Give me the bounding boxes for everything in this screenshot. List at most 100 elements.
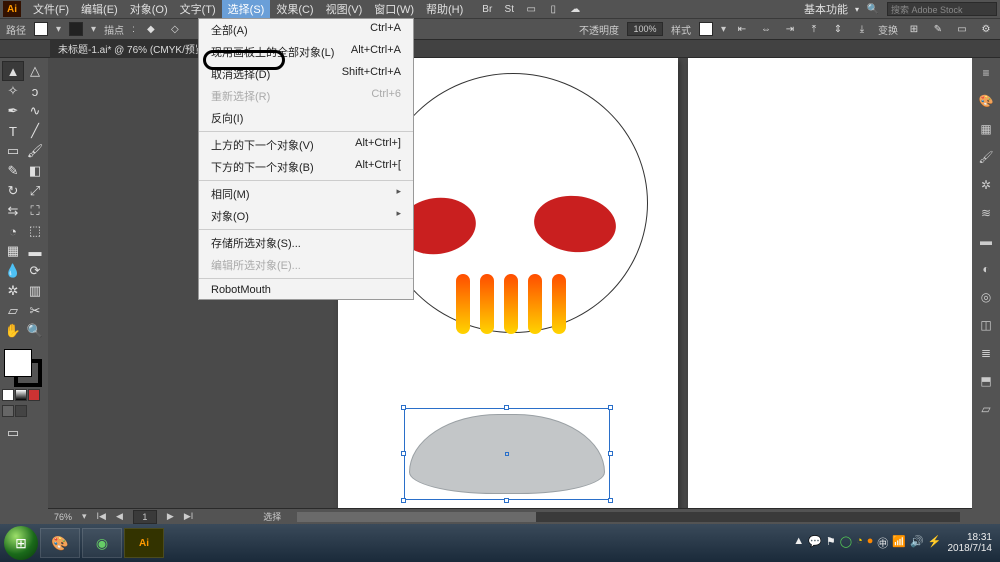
panel-gradient-icon[interactable]: ▬ bbox=[975, 230, 997, 252]
skull-tooth[interactable] bbox=[528, 274, 542, 334]
align-bottom-icon[interactable]: ⤓ bbox=[854, 21, 870, 37]
menu-file[interactable]: 文件(F) bbox=[27, 0, 75, 19]
panel-color-icon[interactable]: 🎨 bbox=[975, 90, 997, 112]
horizontal-scrollbar[interactable] bbox=[297, 512, 960, 522]
tray-q-icon[interactable]: ◔ bbox=[856, 535, 863, 551]
change-screen-icon[interactable]: ▭ bbox=[2, 423, 24, 443]
rotate-tool[interactable]: ↻ bbox=[2, 181, 24, 201]
panel-properties-icon[interactable]: ≡ bbox=[975, 62, 997, 84]
arrange-icon[interactable]: ▭ bbox=[523, 1, 539, 17]
handle-br[interactable] bbox=[608, 498, 613, 503]
pen-tool[interactable]: ✒ bbox=[2, 101, 24, 121]
handle-bm[interactable] bbox=[504, 498, 509, 503]
eraser-tool[interactable]: ◧ bbox=[24, 161, 46, 181]
shaper-tool[interactable]: ✎ bbox=[2, 161, 24, 181]
tray-flag-icon[interactable]: ⚑ bbox=[826, 535, 836, 551]
symbol-sprayer-tool[interactable]: ✲ bbox=[2, 281, 24, 301]
canvas[interactable] bbox=[48, 58, 972, 524]
tray-battery-icon[interactable]: ⚡ bbox=[928, 535, 942, 551]
eyedropper-tool[interactable]: 💧 bbox=[2, 261, 24, 281]
mesh-tool[interactable]: ▦ bbox=[2, 241, 24, 261]
menu-type[interactable]: 文字(T) bbox=[174, 0, 222, 19]
search-icon[interactable]: 🔍 bbox=[865, 1, 881, 17]
tray-shield-icon[interactable]: ◯ bbox=[840, 535, 852, 551]
menu-select[interactable]: 选择(S) bbox=[222, 0, 271, 19]
curvature-tool[interactable]: ∿ bbox=[24, 101, 46, 121]
artboard-index[interactable]: 1 bbox=[133, 510, 157, 524]
align-top-icon[interactable]: ⤒ bbox=[806, 21, 822, 37]
task-item-paint[interactable]: 🎨 bbox=[40, 528, 80, 558]
convert-anchor2-icon[interactable]: ◇ bbox=[167, 21, 183, 37]
align-center-icon[interactable]: ⇔ bbox=[758, 21, 774, 37]
menu-item-next-below[interactable]: 下方的下一个对象(B)Alt+Ctrl+[ bbox=[199, 156, 413, 178]
menu-item-same[interactable]: 相同(M) bbox=[199, 183, 413, 205]
stroke-swatch[interactable] bbox=[69, 22, 83, 36]
selection-center[interactable] bbox=[505, 452, 509, 456]
tray-input-icon[interactable]: ㊥ bbox=[877, 535, 888, 551]
handle-bl[interactable] bbox=[401, 498, 406, 503]
panel-stroke-icon[interactable]: ≋ bbox=[975, 202, 997, 224]
lasso-tool[interactable]: ɔ bbox=[24, 81, 46, 101]
panel-asset-icon[interactable]: ⬒ bbox=[975, 370, 997, 392]
panel-transparency-icon[interactable]: ◐ bbox=[975, 258, 997, 280]
start-button[interactable]: ⊞ bbox=[4, 526, 38, 560]
free-transform-tool[interactable]: ⛶ bbox=[24, 201, 46, 221]
task-item-360[interactable]: ◉ bbox=[82, 528, 122, 558]
menu-effect[interactable]: 效果(C) bbox=[270, 0, 319, 19]
skull-tooth[interactable] bbox=[504, 274, 518, 334]
fill-box[interactable] bbox=[4, 349, 32, 377]
selected-object[interactable] bbox=[404, 408, 610, 500]
screen-mode-full-icon[interactable] bbox=[15, 405, 27, 417]
skull-tooth[interactable] bbox=[552, 274, 566, 334]
stock-icon[interactable]: St bbox=[501, 1, 517, 17]
menu-item-all-on-artboard[interactable]: 现用画板上的全部对象(L)Alt+Ctrl+A bbox=[199, 41, 413, 63]
arrange2-icon[interactable]: ▯ bbox=[545, 1, 561, 17]
fill-stroke-indicator[interactable] bbox=[2, 347, 42, 387]
artboard-2[interactable] bbox=[688, 58, 972, 518]
panel-swatches-icon[interactable]: ▦ bbox=[975, 118, 997, 140]
bridge-icon[interactable]: Br bbox=[479, 1, 495, 17]
scrollbar-thumb[interactable] bbox=[297, 512, 536, 522]
artboard-nav-last-icon[interactable]: ▶I bbox=[184, 511, 193, 522]
menu-window[interactable]: 窗口(W) bbox=[368, 0, 420, 19]
slice-tool[interactable]: ✂ bbox=[24, 301, 46, 321]
menu-view[interactable]: 视图(V) bbox=[320, 0, 369, 19]
line-tool[interactable]: ╱ bbox=[24, 121, 46, 141]
panel-graphic-styles-icon[interactable]: ◫ bbox=[975, 314, 997, 336]
skull-tooth[interactable] bbox=[480, 274, 494, 334]
settings-icon[interactable]: ⚙ bbox=[978, 21, 994, 37]
handle-mr[interactable] bbox=[608, 451, 613, 456]
convert-anchor-icon[interactable]: ◆ bbox=[143, 21, 159, 37]
perspective-tool[interactable]: ⬚ bbox=[24, 221, 46, 241]
cloud-icon[interactable]: ☁ bbox=[567, 1, 583, 17]
opacity-field[interactable]: 100% bbox=[627, 22, 663, 36]
menu-item-deselect[interactable]: 取消选择(D)Shift+Ctrl+A bbox=[199, 63, 413, 85]
panel-appearance-icon[interactable]: ◎ bbox=[975, 286, 997, 308]
shape-builder-tool[interactable]: ◔ bbox=[2, 221, 24, 241]
menu-item-next-above[interactable]: 上方的下一个对象(V)Alt+Ctrl+] bbox=[199, 134, 413, 156]
edit-icon[interactable]: ✎ bbox=[930, 21, 946, 37]
task-item-illustrator[interactable]: Ai bbox=[124, 528, 164, 558]
tray-orange-icon[interactable]: ● bbox=[867, 535, 874, 551]
align-right-icon[interactable]: ⇥ bbox=[782, 21, 798, 37]
menu-item-select-all[interactable]: 全部(A)Ctrl+A bbox=[199, 19, 413, 41]
menu-item-inverse[interactable]: 反向(I) bbox=[199, 107, 413, 129]
menu-edit[interactable]: 编辑(E) bbox=[75, 0, 124, 19]
handle-tm[interactable] bbox=[504, 405, 509, 410]
none-mode-icon[interactable] bbox=[28, 389, 40, 401]
tray-up-icon[interactable]: ▲ bbox=[793, 535, 804, 551]
hand-tool[interactable]: ✋ bbox=[2, 321, 24, 341]
isolate-icon[interactable]: ⊞ bbox=[906, 21, 922, 37]
artboard-nav-next-icon[interactable]: ▶ bbox=[167, 511, 174, 522]
panel-artboards-icon[interactable]: ▱ bbox=[975, 398, 997, 420]
gradient-mode-icon[interactable] bbox=[15, 389, 27, 401]
screen-mode-normal-icon[interactable] bbox=[2, 405, 14, 417]
graph-tool[interactable]: ▥ bbox=[24, 281, 46, 301]
selection-tool[interactable]: ▲ bbox=[2, 61, 24, 81]
workspace-switcher[interactable]: 基本功能 bbox=[804, 1, 859, 17]
artboard-nav-first-icon[interactable]: I◀ bbox=[97, 511, 106, 522]
width-tool[interactable]: ⇆ bbox=[2, 201, 24, 221]
tray-action-icon[interactable]: 💬 bbox=[808, 535, 822, 551]
direct-selection-tool[interactable]: △ bbox=[24, 61, 46, 81]
handle-tr[interactable] bbox=[608, 405, 613, 410]
